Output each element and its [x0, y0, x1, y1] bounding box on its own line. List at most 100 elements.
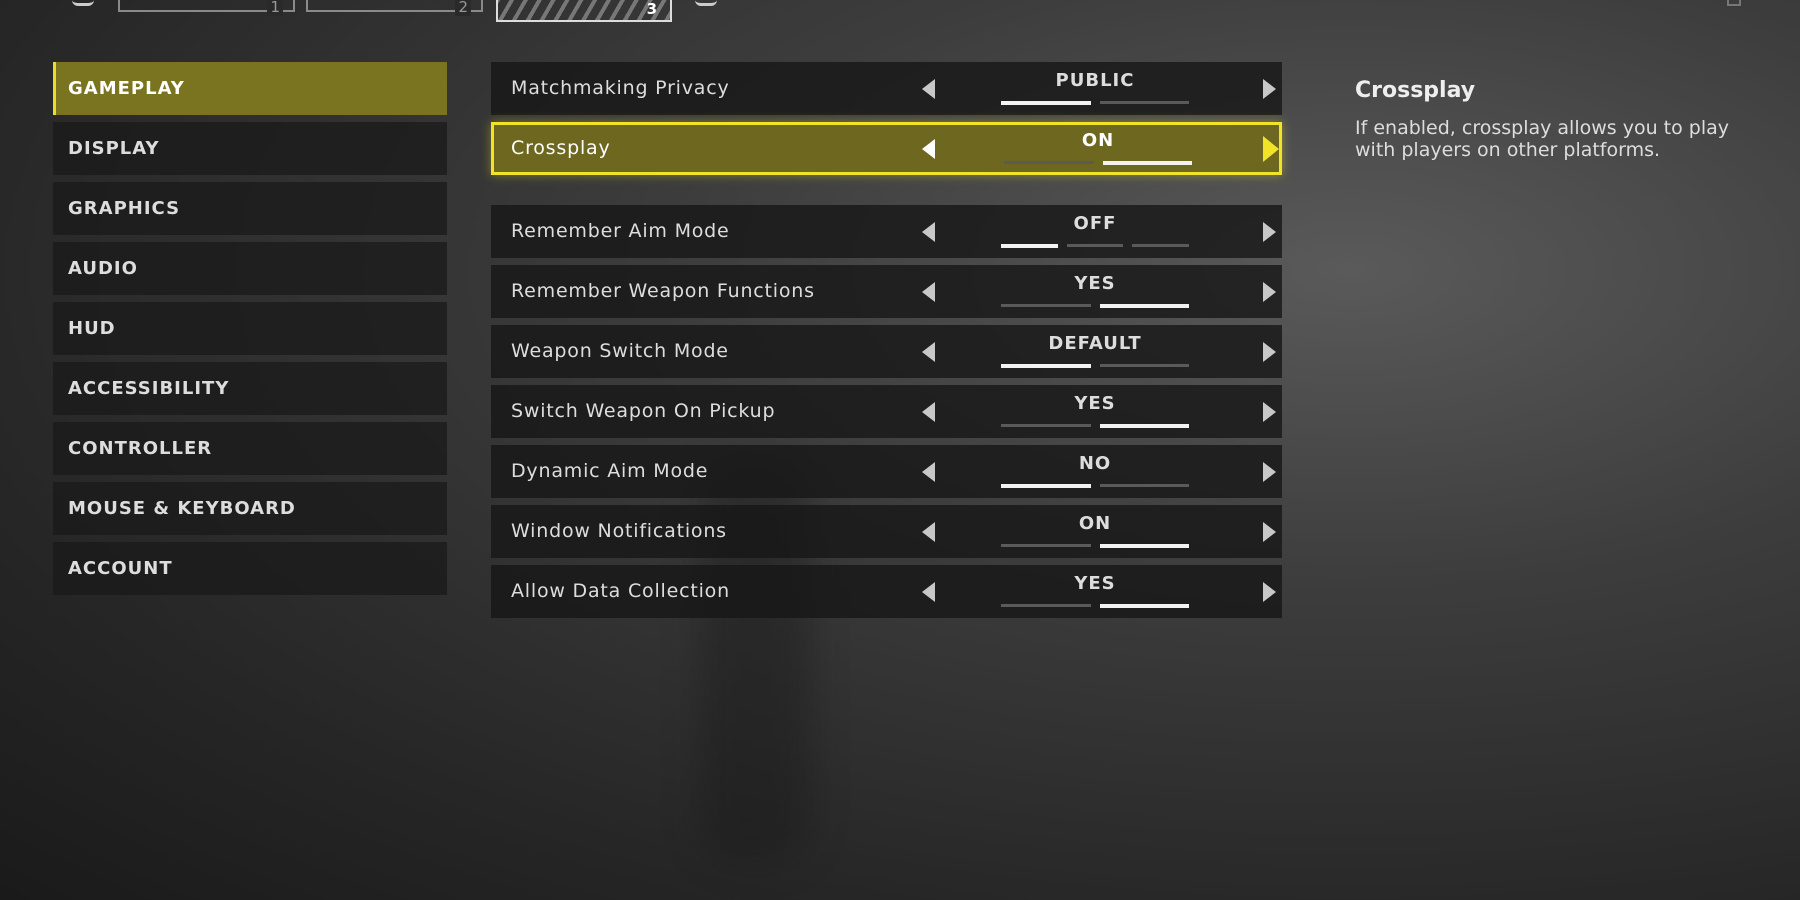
option-indicators	[1001, 244, 1190, 248]
setting-label: Remember Aim Mode	[511, 220, 730, 242]
setting-value: YES	[1074, 573, 1116, 594]
tab-2[interactable]: 2	[306, 0, 483, 16]
arrow-left-icon[interactable]	[922, 222, 935, 242]
arrow-right-icon[interactable]	[1263, 222, 1276, 242]
option-indicator	[1102, 161, 1192, 165]
description-text: If enabled, crossplay allows you to play…	[1355, 117, 1729, 161]
sidebar-item-audio[interactable]: AUDIO	[53, 242, 447, 295]
tab-3[interactable]: 3	[496, 0, 672, 22]
arrow-left-icon[interactable]	[922, 139, 935, 159]
arrow-right-icon[interactable]	[1263, 136, 1279, 162]
option-indicator	[1099, 101, 1189, 104]
setting-row-crossplay[interactable]: Crossplay ON	[491, 122, 1282, 175]
arrow-right-icon[interactable]	[1263, 582, 1276, 602]
arrow-right-icon[interactable]	[1263, 462, 1276, 482]
sidebar-item-account[interactable]: ACCOUNT	[53, 542, 447, 595]
option-indicator	[1066, 244, 1124, 247]
setting-value: DEFAULT	[1048, 333, 1142, 354]
option-indicators	[1001, 424, 1189, 428]
option-indicator	[1099, 544, 1189, 548]
option-indicator	[1001, 364, 1091, 368]
arrow-left-icon[interactable]	[922, 282, 935, 302]
top-tab-bar: 1 2 3	[0, 0, 1800, 30]
tab-number: 1	[267, 0, 283, 16]
description-panel: Crossplay If enabled, crossplay allows y…	[1355, 78, 1755, 161]
option-indicators	[1001, 101, 1189, 105]
setting-row-matchmaking-privacy[interactable]: Matchmaking Privacy PUBLIC	[491, 62, 1282, 115]
setting-value: PUBLIC	[1055, 70, 1135, 91]
setting-value: ON	[1078, 513, 1112, 534]
option-indicator	[1132, 244, 1190, 247]
arrow-left-icon[interactable]	[922, 582, 935, 602]
left-bumper-icon	[72, 0, 94, 6]
description-title: Crossplay	[1355, 78, 1476, 103]
sidebar-item-controller[interactable]: CONTROLLER	[53, 422, 447, 475]
option-indicators	[1001, 364, 1189, 368]
arrow-right-icon[interactable]	[1263, 282, 1276, 302]
sidebar-item-label: ACCOUNT	[68, 558, 173, 579]
arrow-right-icon[interactable]	[1263, 402, 1276, 422]
sidebar-item-label: DISPLAY	[68, 138, 160, 159]
setting-value: NO	[1078, 453, 1112, 474]
option-indicator	[1099, 604, 1189, 608]
setting-label: Weapon Switch Mode	[511, 340, 729, 362]
setting-value: YES	[1074, 393, 1116, 414]
option-indicators	[1001, 484, 1189, 488]
tab-number: 2	[455, 0, 471, 16]
setting-label: Window Notifications	[511, 520, 727, 542]
setting-row-remember-weapon-functions[interactable]: Remember Weapon Functions YES	[491, 265, 1282, 318]
sidebar-item-mouse-keyboard[interactable]: MOUSE & KEYBOARD	[53, 482, 447, 535]
setting-label: Crossplay	[511, 137, 611, 159]
option-indicators	[1001, 544, 1189, 548]
arrow-left-icon[interactable]	[922, 462, 935, 482]
setting-row-dynamic-aim-mode[interactable]: Dynamic Aim Mode NO	[491, 445, 1282, 498]
setting-label: Dynamic Aim Mode	[511, 460, 709, 482]
setting-row-window-notifications[interactable]: Window Notifications ON	[491, 505, 1282, 558]
option-indicator	[1001, 424, 1091, 427]
setting-value: OFF	[1073, 213, 1117, 234]
setting-value: ON	[1081, 130, 1115, 151]
setting-row-allow-data-collection[interactable]: Allow Data Collection YES	[491, 565, 1282, 618]
sidebar-item-label: GRAPHICS	[68, 198, 181, 219]
sidebar-item-label: AUDIO	[68, 258, 138, 279]
arrow-right-icon[interactable]	[1263, 342, 1276, 362]
setting-row-remember-aim-mode[interactable]: Remember Aim Mode OFF	[491, 205, 1282, 258]
settings-category-sidebar: GAMEPLAY DISPLAY GRAPHICS AUDIO HUD ACCESSIBI…	[53, 62, 447, 602]
arrow-left-icon[interactable]	[922, 342, 935, 362]
tab-1[interactable]: 1	[118, 0, 295, 16]
setting-label: Allow Data Collection	[511, 580, 730, 602]
right-bumper-icon	[695, 0, 717, 6]
sidebar-item-label: CONTROLLER	[68, 438, 213, 459]
corner-icon	[1727, 0, 1741, 6]
option-indicators	[1004, 161, 1192, 165]
option-indicator	[1001, 544, 1091, 547]
arrow-right-icon[interactable]	[1263, 79, 1276, 99]
arrow-left-icon[interactable]	[922, 79, 935, 99]
sidebar-item-graphics[interactable]: GRAPHICS	[53, 182, 447, 235]
arrow-left-icon[interactable]	[922, 402, 935, 422]
option-indicator	[1099, 364, 1189, 367]
sidebar-item-label: HUD	[68, 318, 116, 339]
sidebar-item-accessibility[interactable]: ACCESSIBILITY	[53, 362, 447, 415]
option-indicator	[1001, 244, 1058, 248]
setting-row-switch-weapon-on-pickup[interactable]: Switch Weapon On Pickup YES	[491, 385, 1282, 438]
sidebar-item-display[interactable]: DISPLAY	[53, 122, 447, 175]
sidebar-item-hud[interactable]: HUD	[53, 302, 447, 355]
setting-value: YES	[1074, 273, 1116, 294]
option-indicators	[1001, 304, 1189, 308]
option-indicator	[1004, 161, 1094, 164]
setting-label: Remember Weapon Functions	[511, 280, 815, 302]
option-indicator	[1099, 424, 1189, 428]
option-indicator	[1001, 101, 1091, 105]
setting-label: Switch Weapon On Pickup	[511, 400, 776, 422]
sidebar-item-label: GAMEPLAY	[68, 78, 185, 99]
sidebar-item-label: MOUSE & KEYBOARD	[68, 498, 296, 519]
setting-row-weapon-switch-mode[interactable]: Weapon Switch Mode DEFAULT	[491, 325, 1282, 378]
arrow-right-icon[interactable]	[1263, 522, 1276, 542]
arrow-left-icon[interactable]	[922, 522, 935, 542]
sidebar-item-gameplay[interactable]: GAMEPLAY	[53, 62, 447, 115]
sidebar-item-label: ACCESSIBILITY	[68, 378, 230, 399]
option-indicator	[1001, 304, 1091, 307]
setting-label: Matchmaking Privacy	[511, 77, 730, 99]
option-indicator	[1001, 484, 1091, 488]
